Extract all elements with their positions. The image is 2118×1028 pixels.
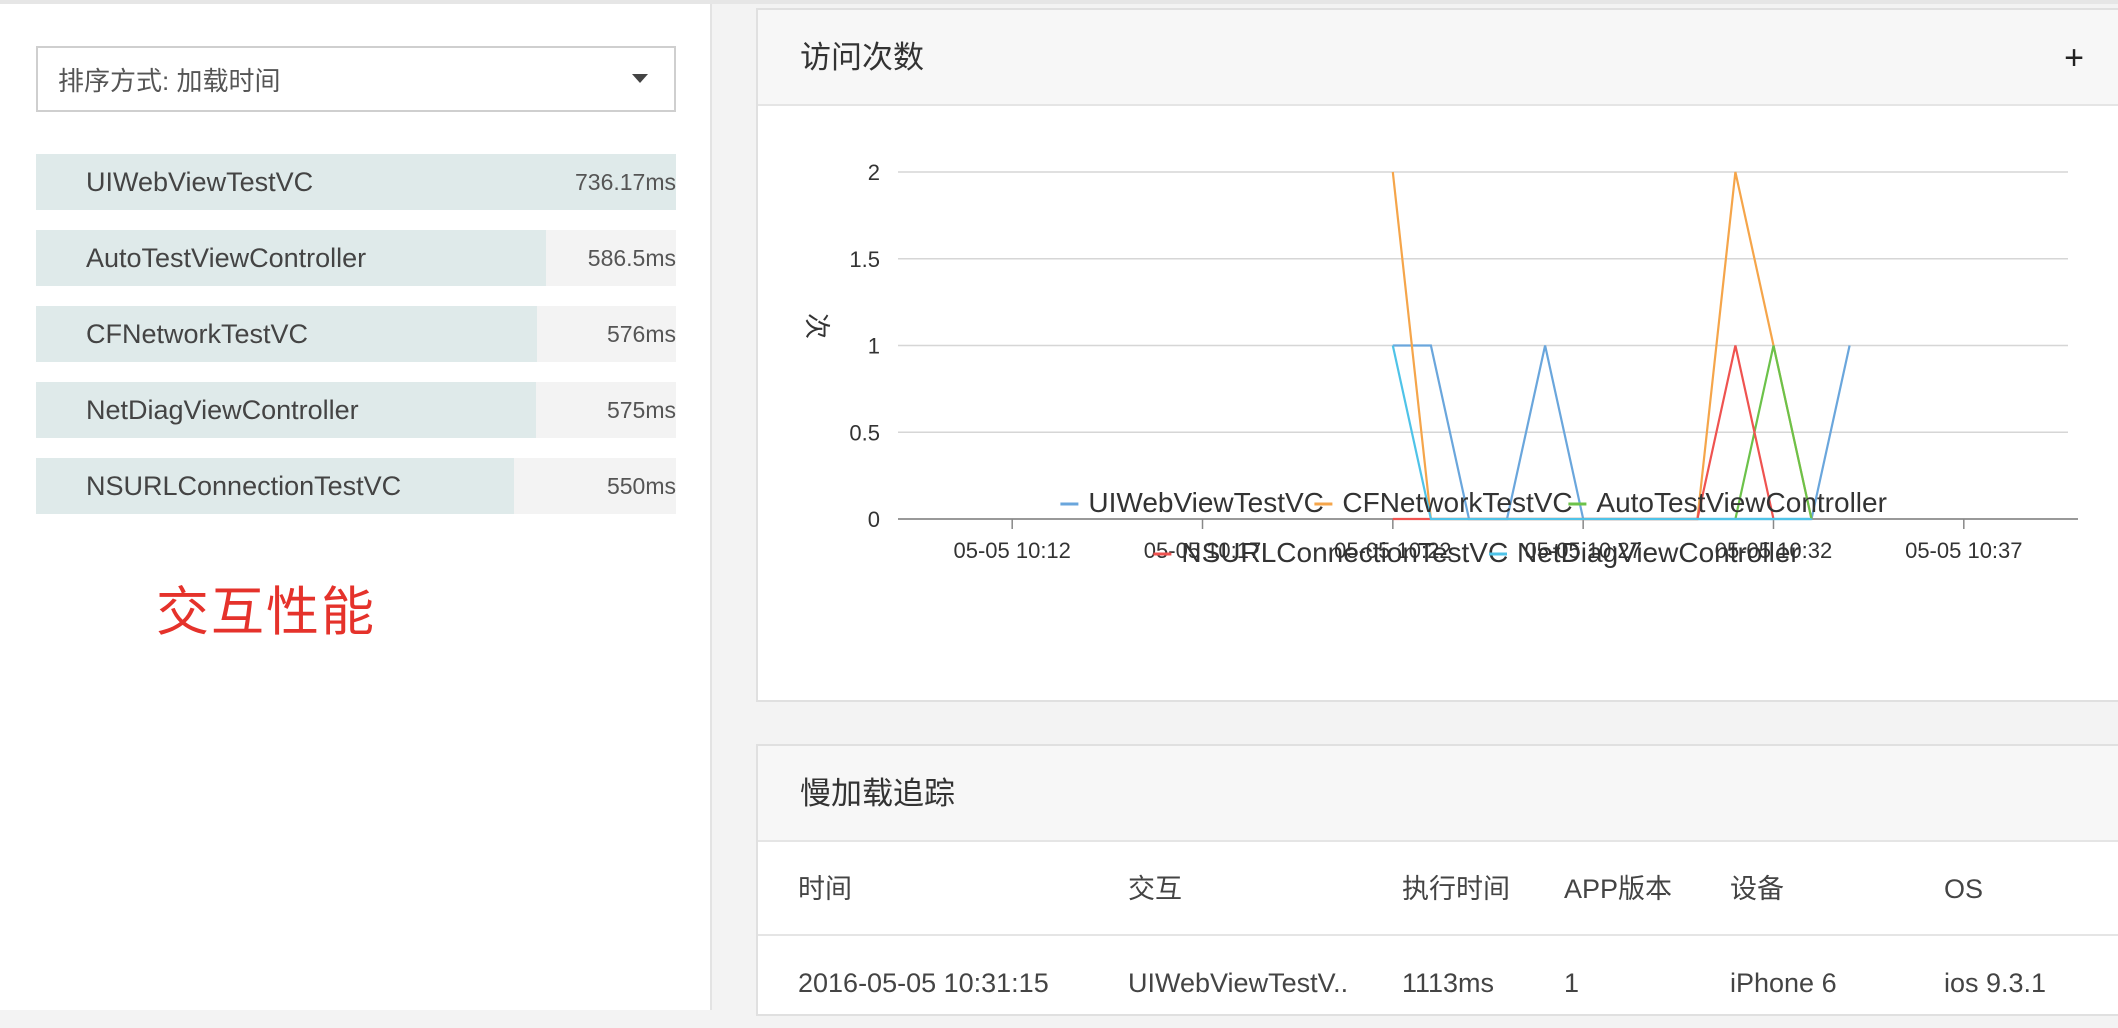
ranking-item[interactable]: AutoTestViewController 586.5ms (36, 230, 676, 286)
table-header: 时间 交互 执行时间 APP版本 设备 OS (758, 842, 2118, 936)
cell-os: ios 9.3.1 (1944, 968, 2047, 998)
cell-interaction: UIWebViewTestV.. (1128, 968, 1349, 998)
ranking-item-name: AutoTestViewController (86, 243, 367, 273)
column-header-time[interactable]: 时间 (798, 842, 852, 936)
y-tick-label: 0 (868, 507, 880, 532)
ranking-item-value: 736.17ms (574, 169, 676, 195)
ranking-item-name: UIWebViewTestVC (86, 167, 314, 197)
column-header-interaction[interactable]: 交互 (1128, 842, 1182, 936)
legend-label[interactable]: UIWebViewTestVC (1088, 487, 1324, 518)
ranking-item[interactable]: UIWebViewTestVC 736.17ms (36, 154, 676, 210)
ranking-item[interactable]: CFNetworkTestVC 576ms (36, 306, 676, 362)
ranking-item-name: NetDiagViewController (86, 395, 359, 425)
legend-label[interactable]: CFNetworkTestVC (1342, 487, 1572, 518)
ranking-item[interactable]: NSURLConnectionTestVC 550ms (36, 458, 676, 514)
sort-dropdown-label: 排序方式: 加载时间 (58, 65, 281, 96)
y-tick-label: 2 (868, 160, 880, 185)
plus-icon[interactable]: + (2064, 10, 2084, 106)
slow-load-panel-title: 慢加载追踪 (800, 776, 955, 811)
x-tick-label: 05-05 10:37 (1905, 538, 2022, 563)
column-header-os[interactable]: OS (1944, 842, 1983, 936)
legend-label[interactable]: AutoTestViewController (1596, 487, 1887, 518)
table-row[interactable]: 2016-05-05 10:31:15 UIWebViewTestV.. 111… (758, 938, 2118, 1028)
caret-down-icon (632, 74, 648, 83)
ranking-item[interactable]: NetDiagViewController 575ms (36, 382, 676, 438)
cell-device: iPhone 6 (1730, 968, 1837, 998)
column-header-app-version[interactable]: APP版本 (1564, 842, 1672, 936)
y-axis-label: 次 (801, 313, 831, 339)
sort-dropdown[interactable]: 排序方式: 加载时间 (36, 46, 676, 112)
visits-panel-title: 访问次数 (800, 40, 924, 75)
y-tick-label: 0.5 (849, 420, 880, 445)
ranking-item-value: 576ms (606, 321, 676, 347)
cell-app-version: 1 (1564, 968, 1580, 998)
column-header-exec-time[interactable]: 执行时间 (1402, 842, 1510, 936)
y-tick-label: 1.5 (849, 247, 880, 272)
slow-load-panel: 慢加载追踪 时间 交互 执行时间 APP版本 设备 OS 2016-05-05 … (756, 744, 2118, 1016)
cell-exec-time: 1113ms (1402, 968, 1495, 998)
ranking-item-value: 550ms (606, 473, 676, 499)
visits-panel: 访问次数 + 0 0.5 1 1.5 2 05-05 10:12 05-05 10:17 05… (756, 8, 2118, 702)
x-tick-label: 05-05 10:12 (953, 538, 1070, 563)
legend-label[interactable]: NetDiagViewController (1517, 537, 1800, 568)
ranking-item-value: 586.5ms (587, 245, 676, 271)
ranking-item-value: 575ms (606, 397, 676, 423)
ranking-item-name: NSURLConnectionTestVC (86, 471, 402, 501)
column-header-device[interactable]: 设备 (1730, 842, 1784, 936)
left-panel: 排序方式: 加载时间 UIWebViewTestVC 736.17ms AutoTe… (0, 4, 712, 1010)
legend-label[interactable]: NSURLConnectionTestVC (1181, 537, 1508, 568)
ranking-item-name: CFNetworkTestVC (86, 319, 309, 349)
visits-panel-header: 访问次数 + (758, 10, 2118, 106)
y-tick-label: 1 (868, 334, 880, 359)
slow-load-panel-header: 慢加载追踪 (758, 746, 2118, 842)
visits-line-chart: 00.511.5205-05 10:12 05-05 10:17 05-05 10:… (801, 160, 2078, 568)
cell-time: 2016-05-05 10:31:15 (798, 968, 1049, 998)
annotation-text: 交互性能 (156, 583, 376, 642)
